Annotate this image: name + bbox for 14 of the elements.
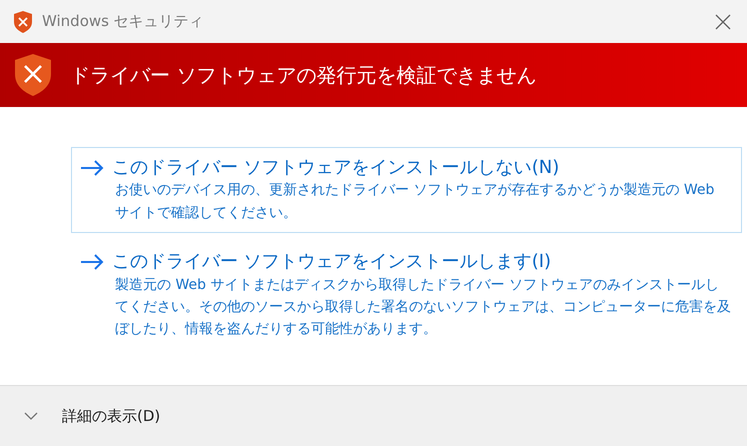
arrow-icon: [80, 160, 104, 176]
details-toggle[interactable]: 詳細の表示(D): [20, 400, 164, 432]
option-title: このドライバー ソフトウェアをインストールしない(N): [112, 156, 560, 180]
arrow-icon: [80, 254, 104, 270]
option-description: お使いのデバイス用の、更新されたドライバー ソフトウェアが存在するかどうか製造元の Web サイトで確認してください。: [114, 181, 716, 223]
shield-icon: [12, 52, 54, 98]
banner-heading: ドライバー ソフトウェアの発行元を検証できません: [70, 62, 536, 89]
window-title: Windows セキュリティ: [42, 11, 204, 32]
option-button[interactable]: このドライバー ソフトウェアをインストールしない(N) お使いのデバイス用の、更新されたドライバー ソフトウェアが存在するかどうか製造元の Web サイトで確認してください。: [71, 147, 742, 234]
close-icon: [715, 14, 731, 30]
chevron-icon: [24, 412, 38, 420]
option-description: 製造元の Web サイトまたはディスクから取得したドライバー ソフトウェアのみインストールしてください。その他のソースから取得した署名のないソフトウェアは、コンピューターに危害を及ぼしたり、情報を盗んだりする可能性があります。: [114, 276, 731, 340]
shield-icon: [12, 10, 34, 34]
option-title: このドライバー ソフトウェアをインストールします(I): [112, 250, 552, 274]
